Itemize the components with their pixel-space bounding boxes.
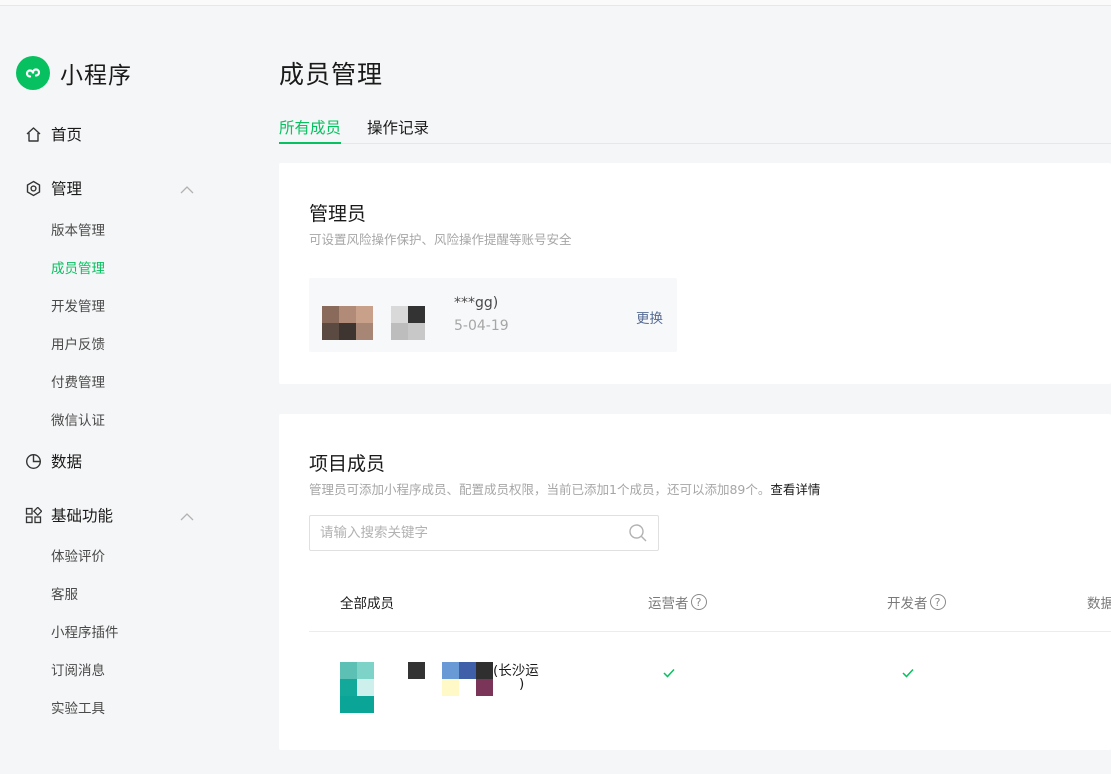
sidebar-group-manage[interactable]: 管理 [24, 177, 194, 199]
sidebar-item-experience[interactable]: 体验评价 [51, 545, 105, 565]
settings-hexagon-icon [24, 179, 42, 197]
sidebar-item-home[interactable]: 首页 [24, 123, 194, 145]
sidebar-item-feedback[interactable]: 用户反馈 [51, 333, 105, 353]
mini-program-logo-icon [16, 56, 50, 90]
sidebar-item-version[interactable]: 版本管理 [51, 219, 105, 239]
members-card-desc: 管理员可添加小程序成员、配置成员权限，当前已添加1个成员，还可以添加89个。查看… [309, 479, 820, 498]
sidebar: 小程序 首页 管理 版本管理 成员管理 开发管理 用户反馈 付费管理 微信认证 … [0, 6, 250, 774]
help-question-icon[interactable]: ? [929, 594, 946, 610]
sidebar-item-label: 数据 [51, 453, 83, 471]
app-logo[interactable]: 小程序 [16, 56, 132, 90]
admin-qrcode-thumb [391, 306, 425, 340]
sidebar-item-data[interactable]: 数据 [24, 450, 194, 472]
pie-chart-icon [24, 452, 42, 470]
tab-operation-log[interactable]: 操作记录 [367, 116, 429, 144]
help-question-icon[interactable]: ? [690, 594, 707, 610]
search-input[interactable] [320, 523, 620, 543]
sidebar-item-experiment[interactable]: 实验工具 [51, 697, 105, 717]
column-all-members: 全部成员 [340, 592, 394, 612]
operator-check-icon [663, 663, 675, 682]
sidebar-item-members[interactable]: 成员管理 [51, 257, 105, 277]
column-data: 数据 [1087, 592, 1111, 612]
members-desc-text: 管理员可添加小程序成员、配置成员权限，当前已添加1个成员，还可以添加89个。 [309, 482, 771, 497]
column-label: 运营者 [648, 596, 689, 612]
column-label: 数据 [1087, 596, 1111, 612]
members-card-title: 项目成员 [309, 453, 386, 475]
admin-entry: ***gg) 5-04-19 更换 [309, 278, 677, 352]
chevron-up-icon[interactable] [180, 180, 194, 199]
view-details-link[interactable]: 查看详情 [770, 482, 820, 497]
column-developer: 开发者? [887, 592, 946, 612]
developer-check-icon [902, 663, 914, 682]
sidebar-item-subscription[interactable]: 订阅消息 [51, 659, 105, 679]
sidebar-group-basic[interactable]: 基础功能 [24, 504, 194, 526]
admin-name: ***gg) [454, 295, 499, 311]
tab-bar: 所有成员 操作记录 [279, 116, 1111, 144]
column-operator: 运营者? [648, 592, 707, 612]
sidebar-group-label: 基础功能 [51, 507, 114, 525]
sidebar-item-customer-service[interactable]: 客服 [51, 583, 78, 603]
members-card: 项目成员 管理员可添加小程序成员、配置成员权限，当前已添加1个成员，还可以添加8… [279, 414, 1111, 750]
table-header-divider [309, 631, 1111, 632]
member-avatar [340, 662, 374, 713]
sidebar-item-wechat-auth[interactable]: 微信认证 [51, 409, 105, 429]
sidebar-item-dev[interactable]: 开发管理 [51, 295, 105, 315]
sidebar-item-label: 首页 [51, 126, 83, 144]
search-icon[interactable] [628, 523, 648, 547]
admin-avatar [322, 306, 373, 340]
home-icon [24, 125, 42, 143]
admin-card-title: 管理员 [309, 203, 367, 225]
replace-admin-link[interactable]: 更换 [636, 307, 663, 327]
chevron-up-icon[interactable] [180, 507, 194, 526]
tab-all-members[interactable]: 所有成员 [279, 116, 342, 144]
member-search[interactable] [309, 515, 659, 551]
sidebar-item-payment[interactable]: 付费管理 [51, 371, 105, 391]
column-label: 全部成员 [340, 596, 394, 612]
admin-card-desc: 可设置风险操作保护、风险操作提醒等账号安全 [309, 232, 572, 247]
page-title: 成员管理 [279, 60, 384, 89]
app-title: 小程序 [60, 63, 132, 89]
admin-card: 管理员 可设置风险操作保护、风险操作提醒等账号安全 ***gg) 5-04-19… [279, 163, 1111, 384]
admin-date: 5-04-19 [454, 318, 509, 334]
member-name-cont: ) [519, 676, 525, 692]
member-name: (长沙运 [493, 663, 539, 679]
column-label: 开发者 [887, 596, 928, 612]
apps-grid-icon [24, 506, 42, 524]
sidebar-group-label: 管理 [51, 180, 83, 198]
sidebar-item-plugins[interactable]: 小程序插件 [51, 621, 119, 641]
